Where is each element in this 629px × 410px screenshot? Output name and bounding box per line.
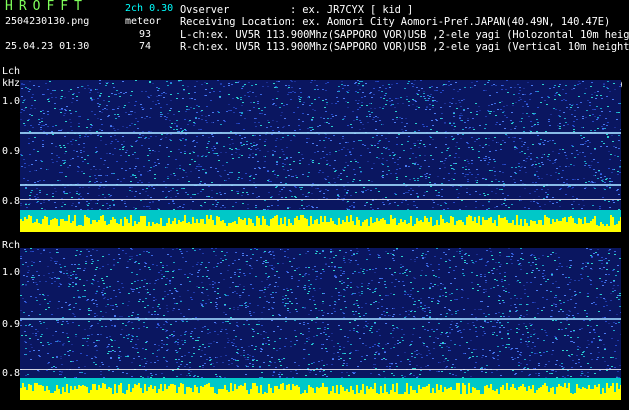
count-lch: 93: [139, 29, 152, 40]
rch-description: R-ch:ex. UV5R 113.900Mhz(SAPPORO VOR)USB…: [180, 41, 629, 53]
file-name: 2504230130.png: [5, 16, 90, 27]
rch-ytick-1: 1.0: [2, 267, 21, 278]
rch-spectrogram: [20, 248, 622, 400]
lch-description: L-ch:ex. UV5R 113.900Mhz(SAPPORO VOR)USB…: [180, 29, 629, 41]
rch-spectrogram-image: [20, 248, 622, 400]
rch-ytick-3: 0.8: [2, 368, 21, 379]
date-time: 25.04.23 01:30: [5, 41, 90, 52]
channel-setting: 2ch 0.30: [125, 3, 174, 14]
lch-ytick-2: 0.9: [2, 146, 21, 157]
app-title: HROFFT: [5, 0, 88, 14]
lch-spectrogram: [20, 80, 622, 232]
lch-label: Lch: [2, 66, 21, 77]
lch-spectrogram-image: [20, 80, 622, 232]
khz-unit-label: kHz: [2, 78, 21, 89]
count-rch: 74: [139, 41, 152, 52]
mode-label: meteor: [125, 16, 162, 27]
location-value: : ex. Aomori City Aomori-Pref.JAPAN(40.4…: [290, 16, 611, 28]
lch-ytick-1: 1.0: [2, 96, 21, 107]
rch-label: Rch: [2, 240, 21, 251]
location-label: Receiving Location: [180, 16, 291, 28]
observer-label: Ovserver: [180, 4, 230, 16]
lch-ytick-3: 0.8: [2, 196, 21, 207]
observer-value: : ex. JR7CYX [ kid ]: [290, 4, 414, 16]
rch-ytick-2: 0.9: [2, 319, 21, 330]
